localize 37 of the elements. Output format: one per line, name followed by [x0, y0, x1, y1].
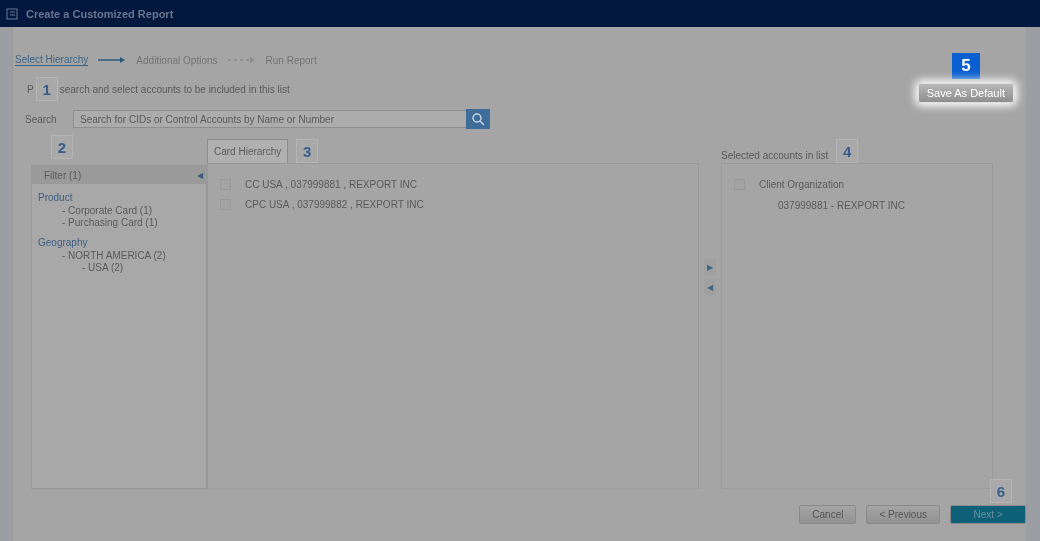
step-number-badge: 6	[990, 479, 1012, 503]
filter-item[interactable]: - Corporate Card (1)	[32, 205, 206, 217]
step-arrow-icon	[98, 56, 127, 64]
instruction-text: P	[27, 83, 34, 95]
window-title: Create a Customized Report	[26, 7, 174, 20]
step-number-badge: 4	[836, 139, 859, 163]
wizard-button[interactable]: < Previous	[866, 505, 940, 524]
move-button[interactable]: ◀	[704, 279, 716, 295]
step-number-badge: 2	[51, 135, 73, 159]
search-button[interactable]	[466, 109, 490, 129]
group-label: Client Organization	[759, 178, 845, 190]
step-arrow-icon	[227, 56, 256, 64]
search-field[interactable]: Search for CIDs or Control Accounts by Name or Number	[73, 110, 467, 128]
step-number-badge: 1	[35, 77, 58, 101]
report-icon	[6, 7, 20, 20]
account-label: CC USA , 037999881 , REXPORT INC	[245, 178, 417, 190]
filter-item[interactable]: - Purchasing Card (1)	[32, 217, 206, 229]
move-button[interactable]: ▶	[704, 259, 716, 275]
wizard-button[interactable]: Cancel	[799, 505, 857, 524]
card-hierarchy-tab[interactable]: Card Hierarchy	[207, 139, 289, 163]
step-number-badge: 3	[296, 139, 319, 163]
filter-header[interactable]: Filter (1)	[32, 169, 82, 181]
search-icon	[471, 112, 485, 126]
filter-item[interactable]: - NORTH AMERICA (2)	[32, 250, 206, 262]
wizard-step[interactable]: Select Hierarchy	[15, 54, 89, 66]
selected-list-title: Selected accounts in list	[721, 150, 829, 163]
collapse-button[interactable]: ◀	[197, 170, 206, 180]
selected-account: 037999881 - REXPORT INC	[777, 200, 906, 211]
filter-item[interactable]: - USA (2)	[32, 262, 206, 274]
save-as-default-button[interactable]: Save As Default	[917, 83, 1014, 103]
filter-group-title: Geography	[38, 237, 89, 248]
search-label: Search	[25, 113, 58, 125]
next-button[interactable]: Next >	[950, 505, 1026, 524]
instruction-text: search and select accounts to be included in this list	[59, 83, 290, 95]
filter-group-title: Product	[38, 192, 74, 203]
step-number-badge: 5	[951, 53, 980, 79]
account-label: CPC USA , 037999882 , REXPORT INC	[245, 198, 424, 210]
